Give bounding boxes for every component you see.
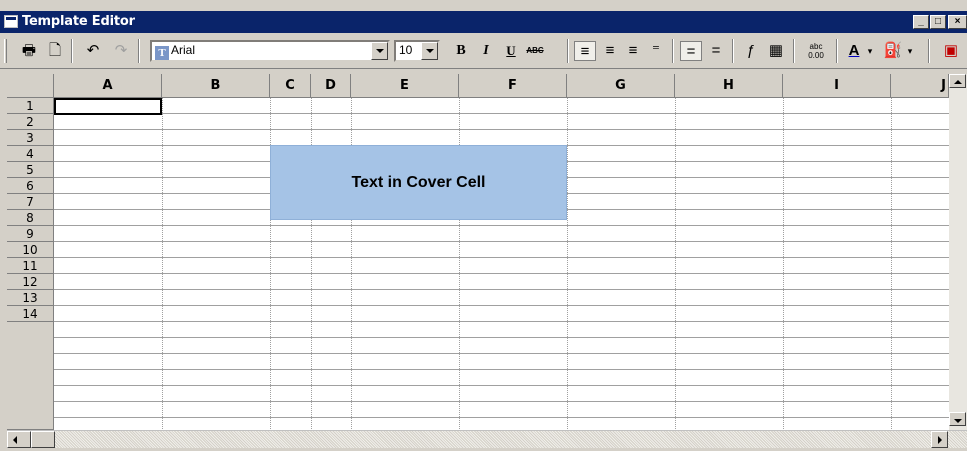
number-format-button[interactable]: abc 0.00 <box>802 41 830 61</box>
print-preview-icon[interactable]: 🗋 <box>44 41 66 61</box>
format-toolbar: 🖶 🗋 ↶ ↷ T Arial 10 B I U ABC ≡ ≡ ≡ ⁼ = = … <box>0 33 967 69</box>
font-name-value: Arial <box>171 43 196 57</box>
undo-icon[interactable]: ↶ <box>82 41 104 61</box>
cover-cell[interactable]: Text in Cover Cell <box>270 145 567 220</box>
row-header-filler <box>7 322 54 430</box>
close-button[interactable]: × <box>948 15 967 29</box>
gridline <box>567 98 568 430</box>
window-title: Template Editor <box>22 14 135 29</box>
italic-button[interactable]: I <box>475 41 497 61</box>
column-header-row: A B C D E F G H I J <box>7 74 967 98</box>
row-header-5[interactable]: 5 <box>7 162 54 178</box>
gridline <box>891 98 892 430</box>
font-size-value: 10 <box>399 43 413 57</box>
toolbar-separator <box>138 39 140 63</box>
toolbar-separator <box>672 39 674 63</box>
row-header-2[interactable]: 2 <box>7 114 54 130</box>
strikethrough-button[interactable]: ABC <box>524 41 546 61</box>
row-header-12[interactable]: 12 <box>7 274 54 290</box>
print-icon[interactable]: 🖶 <box>18 41 40 61</box>
cover-cell-text: Text in Cover Cell <box>351 173 486 191</box>
font-color-icon[interactable]: A <box>843 41 865 61</box>
column-header-h[interactable]: H <box>675 74 783 98</box>
toolbar-grip[interactable] <box>4 39 7 63</box>
row-header-6[interactable]: 6 <box>7 178 54 194</box>
font-name-select[interactable]: T Arial <box>150 40 390 62</box>
align-right-icon[interactable]: ≡ <box>622 41 644 61</box>
column-header-f[interactable]: F <box>459 74 567 98</box>
row-header-9[interactable]: 9 <box>7 226 54 242</box>
insert-field-icon[interactable]: ▦ <box>765 41 787 61</box>
truetype-font-icon: T <box>155 46 169 60</box>
scroll-down-button[interactable] <box>949 412 966 426</box>
column-header-j[interactable]: J <box>891 74 949 98</box>
align-left-icon[interactable]: ≡ <box>574 41 596 61</box>
fill-color-dropdown-icon[interactable]: ▾ <box>904 41 916 61</box>
row-header-4[interactable]: 4 <box>7 146 54 162</box>
row-header-7[interactable]: 7 <box>7 194 54 210</box>
column-header-e[interactable]: E <box>351 74 459 98</box>
column-header-d[interactable]: D <box>311 74 351 98</box>
gridline <box>675 98 676 430</box>
vertical-scrollbar[interactable] <box>949 74 967 430</box>
bold-button[interactable]: B <box>450 41 472 61</box>
gridline <box>783 98 784 430</box>
underline-button[interactable]: U <box>500 41 522 61</box>
column-header-c[interactable]: C <box>270 74 311 98</box>
column-header-i[interactable]: I <box>783 74 891 98</box>
fill-color-icon[interactable]: ⛽ <box>882 41 904 61</box>
maximize-button[interactable]: □ <box>930 15 946 29</box>
font-size-dropdown-button[interactable] <box>421 42 438 60</box>
window-icon <box>4 15 18 28</box>
row-header-8[interactable]: 8 <box>7 210 54 226</box>
horizontal-scrollbar[interactable] <box>7 430 967 448</box>
template-editor-window: Template Editor _ □ × 🖶 🗋 ↶ ↷ T Arial 10 … <box>0 0 967 451</box>
column-header-a[interactable]: A <box>54 74 162 98</box>
align-middle-icon[interactable]: = <box>680 41 702 61</box>
row-header-11[interactable]: 11 <box>7 258 54 274</box>
toolbar-separator <box>793 39 795 63</box>
align-bottom-icon[interactable]: = <box>705 41 727 61</box>
toolbar-separator <box>567 39 569 63</box>
font-name-dropdown-button[interactable] <box>371 42 388 60</box>
title-bar[interactable]: Template Editor _ □ × <box>0 11 967 33</box>
redo-icon[interactable]: ↷ <box>110 41 132 61</box>
scroll-right-button[interactable] <box>931 431 948 448</box>
row-header-1[interactable]: 1 <box>7 98 54 114</box>
horizontal-scroll-thumb[interactable] <box>31 431 55 448</box>
select-all-corner[interactable] <box>7 74 54 98</box>
align-center-icon[interactable]: ≡ <box>599 41 621 61</box>
toolbar-separator <box>732 39 734 63</box>
row-header-10[interactable]: 10 <box>7 242 54 258</box>
gridline <box>162 98 163 430</box>
window-left-edge <box>0 74 7 451</box>
borders-icon[interactable]: ▣ <box>940 41 962 61</box>
font-size-select[interactable]: 10 <box>394 40 440 62</box>
toolbar-separator <box>71 39 73 63</box>
align-top-icon[interactable]: ⁼ <box>645 41 667 61</box>
toolbar-separator <box>836 39 838 63</box>
toolbar-separator <box>928 39 930 63</box>
row-header-14[interactable]: 14 <box>7 306 54 322</box>
scroll-left-button[interactable] <box>7 431 31 448</box>
active-cell-a1[interactable] <box>54 98 162 115</box>
font-color-dropdown-icon[interactable]: ▾ <box>864 41 876 61</box>
scroll-up-button[interactable] <box>949 74 966 88</box>
column-header-b[interactable]: B <box>162 74 270 98</box>
insert-formula-icon[interactable]: ƒ <box>740 41 762 61</box>
spreadsheet-grid[interactable]: A B C D E F G H I J 1 2 3 4 5 6 7 8 9 10… <box>7 74 967 430</box>
column-header-g[interactable]: G <box>567 74 675 98</box>
row-header-3[interactable]: 3 <box>7 130 54 146</box>
minimize-button[interactable]: _ <box>913 15 929 29</box>
row-header-13[interactable]: 13 <box>7 290 54 306</box>
